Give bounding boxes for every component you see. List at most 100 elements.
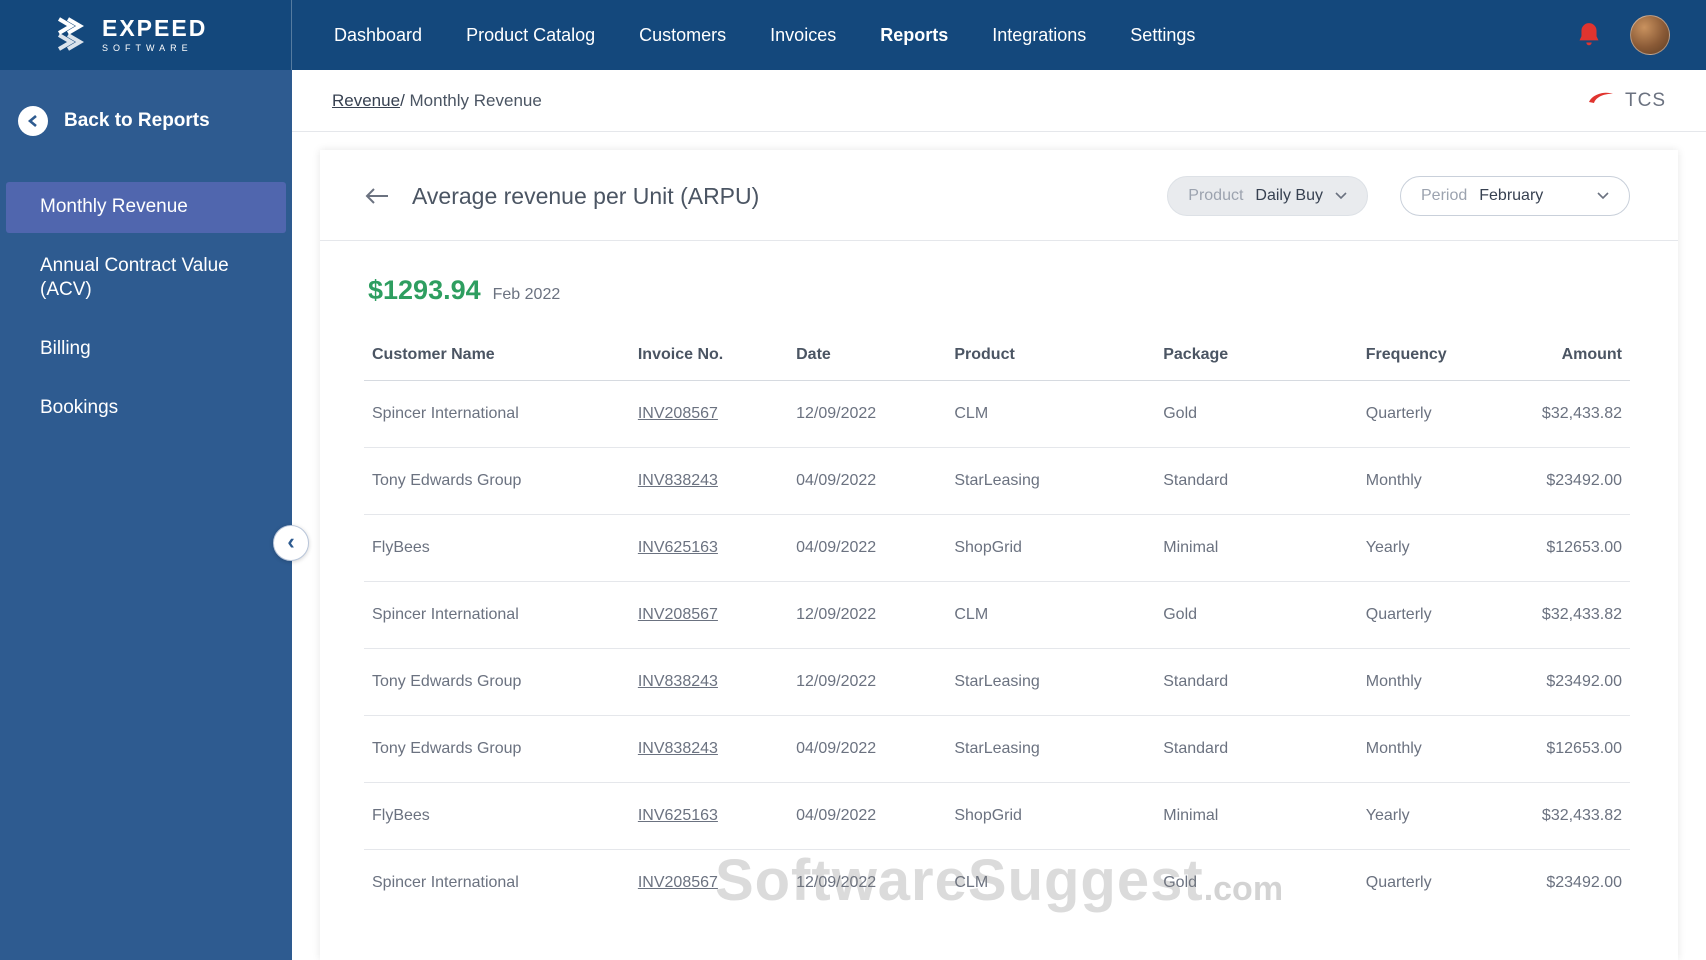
invoice-link[interactable]: INV208567 — [638, 405, 718, 422]
cell-amount: $32,433.82 — [1522, 380, 1630, 448]
cell-invoice-no: INV208567 — [629, 581, 789, 649]
period-filter-label: Period — [1421, 187, 1468, 204]
invoice-link[interactable]: INV838243 — [638, 673, 718, 690]
col-date: Date — [788, 330, 947, 381]
col-amount: Amount — [1522, 330, 1630, 381]
invoice-link[interactable]: INV208567 — [638, 874, 718, 891]
cell-frequency: Quarterly — [1357, 380, 1523, 448]
sidebar-collapse-chevron-icon[interactable]: ‹ — [273, 525, 309, 561]
card-title: Average revenue per Unit (ARPU) — [412, 182, 760, 209]
cell-amount: $32,433.82 — [1522, 782, 1630, 850]
cell-invoice-no: INV838243 — [629, 447, 789, 515]
sidebar-item[interactable]: Bookings — [0, 383, 292, 434]
nav-item[interactable]: Dashboard — [334, 25, 422, 46]
nav-item[interactable]: Invoices — [770, 25, 836, 46]
cell-frequency: Quarterly — [1365, 874, 1432, 891]
cell-amount: $12653.00 — [1522, 514, 1630, 582]
cell-date: 12/09/2022 — [788, 648, 947, 716]
brand-text: EXPEED SOFTWARE — [102, 17, 207, 53]
cell-customer-name: FlyBees — [364, 782, 630, 850]
col-frequency: Frequency — [1357, 330, 1523, 381]
col-invoice-no: Invoice No. — [629, 330, 789, 381]
nav-item[interactable]: Settings — [1130, 25, 1195, 46]
back-to-reports[interactable]: Back to Reports — [0, 96, 292, 146]
cell-date: 04/09/2022 — [788, 715, 947, 783]
table-row: FlyBees INV625163 04/09/2022 ShopGrid Mi… — [364, 514, 1630, 582]
cell-date: 04/09/2022 — [788, 514, 947, 582]
sidebar: Back to Reports Monthly Revenue Annual C… — [0, 70, 292, 960]
sidebar-item[interactable]: Monthly Revenue — [6, 182, 286, 233]
navbar-right — [1576, 0, 1706, 70]
brand-subtitle: SOFTWARE — [102, 43, 193, 53]
sidebar-item[interactable]: Annual Contract Value (ACV) — [0, 241, 292, 316]
table-row: Tony Edwards Group INV838243 12/09/2022 … — [364, 648, 1630, 716]
cell-date: 12/09/2022 — [796, 874, 877, 891]
notifications-bell-icon[interactable] — [1576, 21, 1602, 49]
arpu-card: Average revenue per Unit (ARPU) Product … — [320, 150, 1678, 960]
col-customer-name: Customer Name — [364, 330, 630, 381]
cell-customer-name: Tony Edwards Group — [364, 447, 630, 515]
cell-package: Minimal — [1155, 782, 1358, 850]
main-nav: Dashboard Product Catalog Customers Invo… — [292, 0, 1576, 70]
breadcrumb-link-revenue[interactable]: Revenue — [332, 91, 400, 110]
sidebar-menu: Monthly Revenue Annual Contract Value (A… — [0, 182, 292, 433]
brand-name: EXPEED — [102, 15, 208, 41]
breadcrumb-separator: / — [400, 90, 410, 110]
breadcrumb-current: Monthly Revenue — [409, 90, 542, 110]
nav-item[interactable]: Reports — [880, 25, 948, 46]
cell-amount: $12653.00 — [1522, 715, 1630, 783]
breadcrumb-bar: Revenue/ Monthly Revenue TCS — [292, 70, 1706, 132]
breadcrumb: Revenue/ Monthly Revenue — [332, 91, 542, 111]
cell-customer-name: Tony Edwards Group — [364, 648, 630, 716]
table-row: Spincer International INV208567 12/09/20… — [364, 850, 1630, 917]
cell-date: 12/09/2022 — [788, 581, 947, 649]
product-filter-label: Product — [1188, 187, 1244, 204]
cell-invoice-no: INV208567 — [629, 380, 789, 448]
invoice-link[interactable]: INV838243 — [638, 472, 718, 489]
period-filter-dropdown[interactable]: Period February — [1400, 176, 1630, 216]
cell-date: 04/09/2022 — [788, 447, 947, 515]
cell-product: StarLeasing — [946, 447, 1156, 515]
cell-amount: $32,433.82 — [1522, 581, 1630, 649]
card-header: Average revenue per Unit (ARPU) Product … — [320, 150, 1678, 241]
partner-brand: TCS — [1587, 90, 1666, 112]
chevron-down-icon — [1597, 187, 1609, 205]
back-arrow-circle-icon — [18, 106, 48, 136]
invoice-link[interactable]: INV838243 — [638, 740, 718, 757]
cell-customer-name: Spincer International — [364, 581, 630, 649]
cell-package: Standard — [1155, 715, 1358, 783]
nav-item[interactable]: Integrations — [992, 25, 1086, 46]
cell-product: StarLeasing — [946, 715, 1156, 783]
invoice-link[interactable]: INV625163 — [638, 807, 718, 824]
cell-invoice-no: INV838243 — [629, 715, 789, 783]
col-package: Package — [1155, 330, 1358, 381]
cell-date: 04/09/2022 — [788, 782, 947, 850]
cell-product: ShopGrid — [946, 782, 1156, 850]
table-row: FlyBees INV625163 04/09/2022 ShopGrid Mi… — [364, 782, 1630, 850]
table-row: Tony Edwards Group INV838243 04/09/2022 … — [364, 715, 1630, 783]
cell-package: Gold — [1163, 874, 1198, 891]
cell-customer-name: Spincer International — [372, 874, 519, 891]
cell-package: Standard — [1155, 648, 1358, 716]
cell-customer-name: Tony Edwards Group — [364, 715, 630, 783]
user-avatar[interactable] — [1630, 15, 1670, 55]
partner-name: TCS — [1625, 89, 1666, 111]
nav-item[interactable]: Product Catalog — [466, 25, 595, 46]
cell-package: Minimal — [1155, 514, 1358, 582]
card-back-arrow-icon[interactable] — [364, 186, 390, 206]
invoice-link[interactable]: INV208567 — [638, 606, 718, 623]
cell-frequency: Monthly — [1357, 648, 1523, 716]
table-body: Spincer International INV208567 12/09/20… — [364, 380, 1630, 917]
product-filter-dropdown[interactable]: Product Daily Buy — [1167, 176, 1368, 216]
invoice-link[interactable]: INV625163 — [638, 539, 718, 556]
page-shell: Back to Reports Monthly Revenue Annual C… — [0, 70, 1706, 960]
main-content: Revenue/ Monthly Revenue TCS Average rev… — [292, 70, 1706, 960]
cell-product: StarLeasing — [946, 648, 1156, 716]
period-filter-value: February — [1479, 187, 1544, 204]
cell-package: Gold — [1155, 380, 1358, 448]
table-row: Spincer International INV208567 12/09/20… — [364, 380, 1630, 448]
sidebar-item[interactable]: Billing — [0, 324, 292, 375]
cell-frequency: Quarterly — [1357, 581, 1523, 649]
cell-invoice-no: INV208567 — [630, 850, 788, 917]
nav-item[interactable]: Customers — [639, 25, 726, 46]
